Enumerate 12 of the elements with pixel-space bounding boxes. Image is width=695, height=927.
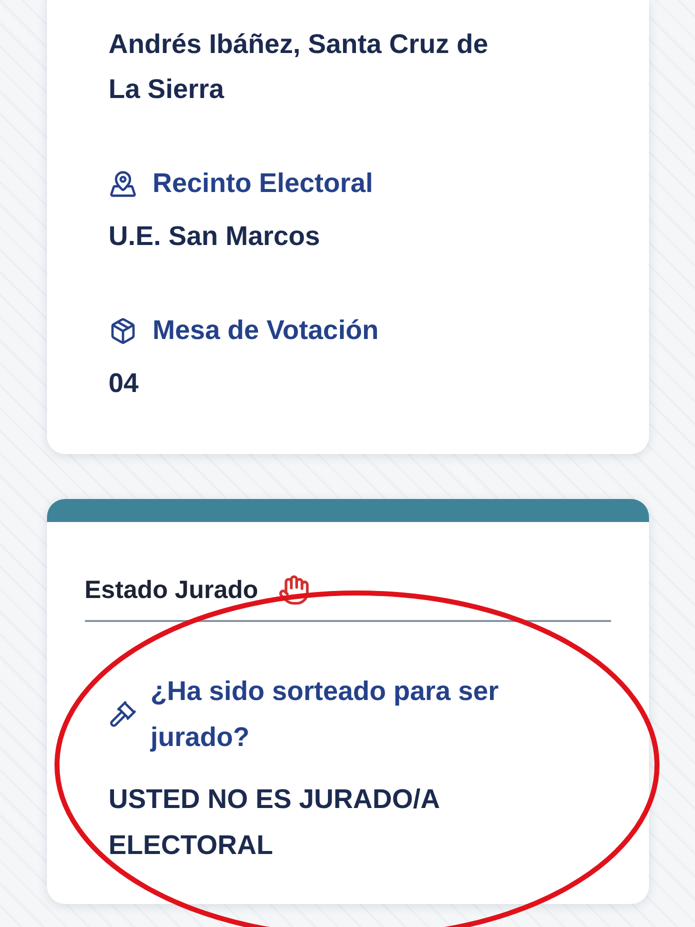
- field-label: Mesa de Votación: [152, 315, 379, 346]
- map-pin-icon: [108, 170, 136, 198]
- question-text: ¿Ha sido sorteado para ser jurado?: [150, 675, 500, 754]
- hand-icon: [278, 574, 310, 606]
- gavel-icon: [108, 700, 136, 728]
- field-value: 04: [108, 367, 140, 400]
- address-text: Andrés Ibáñez, Santa Cruz de La Sierra: [108, 28, 490, 106]
- field-label: Recinto Electoral: [152, 168, 374, 199]
- card-title: Estado Jurado: [84, 576, 258, 604]
- box-icon: [108, 316, 136, 344]
- answer-text: USTED NO ES JURADO/A ELECTORAL: [108, 783, 440, 862]
- field-value: U.E. San Marcos: [108, 220, 322, 253]
